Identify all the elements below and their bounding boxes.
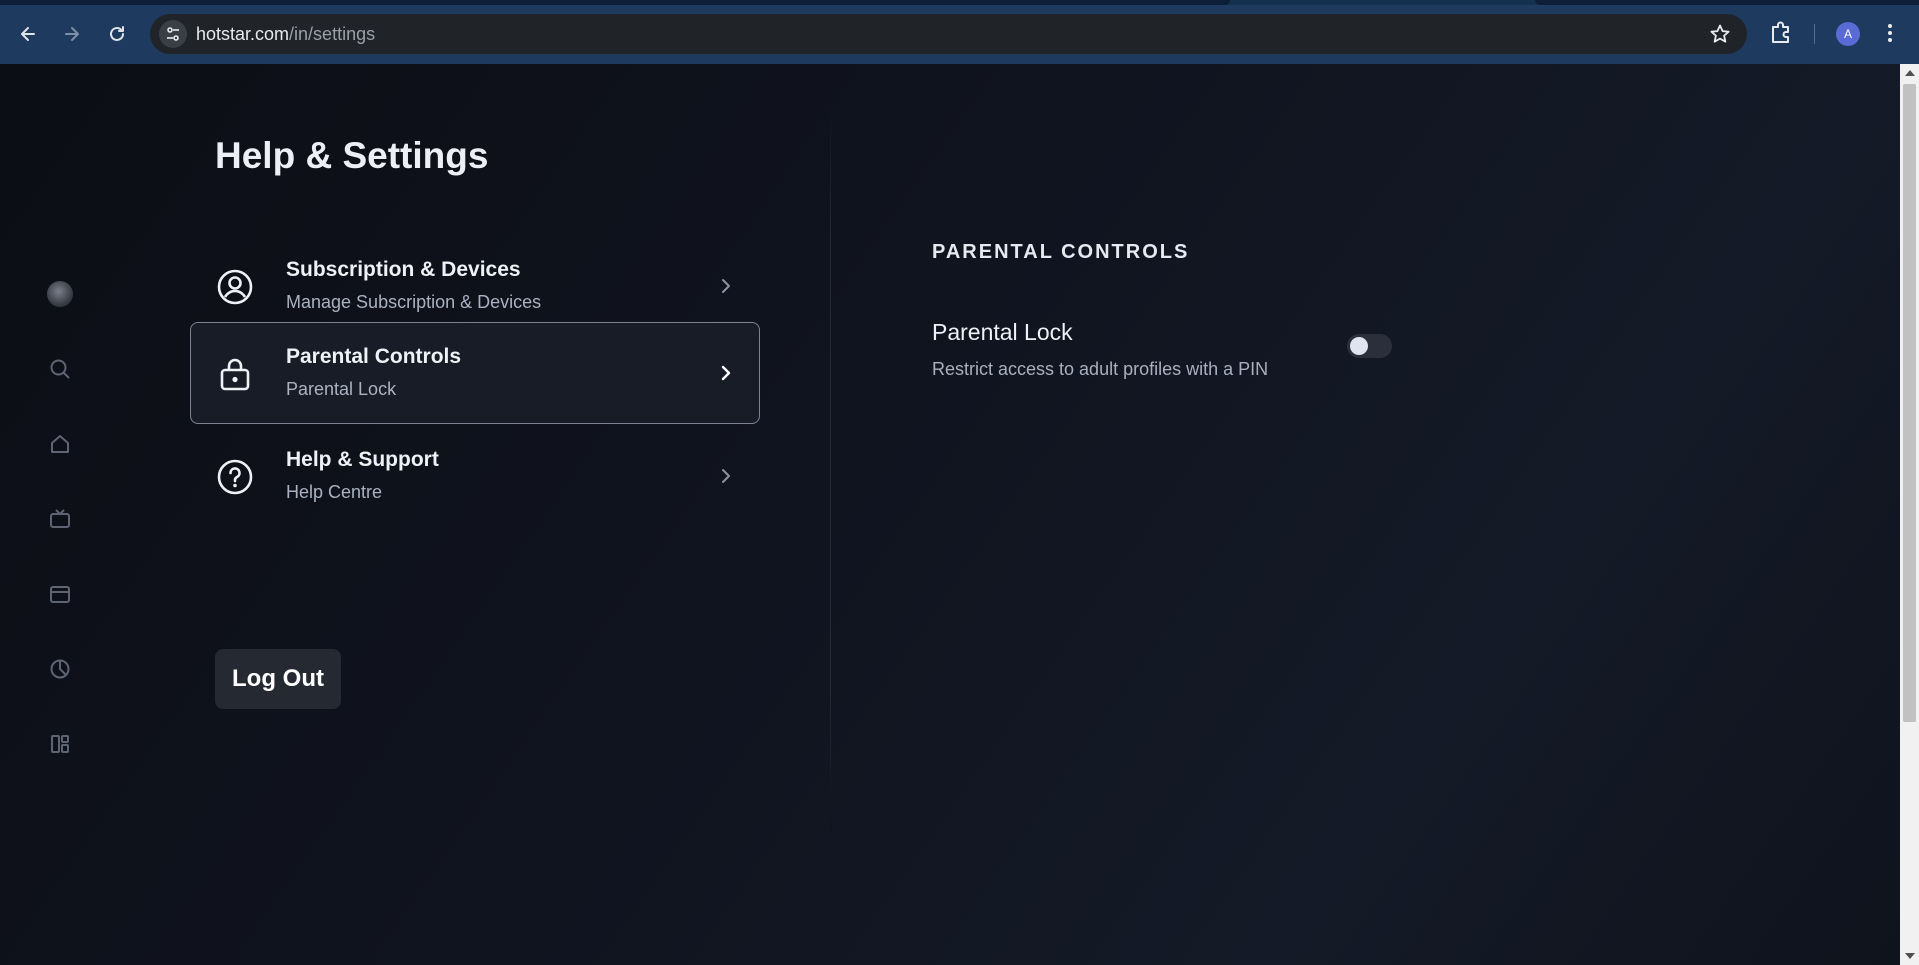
menu-item-help-support[interactable]: Help & Support Help Centre (190, 425, 760, 527)
scroll-up-arrow-icon[interactable] (1905, 70, 1915, 76)
tune-icon (167, 27, 179, 41)
tv-icon (50, 509, 70, 528)
nav-search[interactable] (40, 349, 80, 389)
profile-avatar (47, 281, 73, 307)
nav-profile[interactable] (40, 274, 80, 314)
url-host: hotstar.com (196, 24, 290, 44)
home-icon (51, 435, 69, 453)
url-path: /in/settings (289, 24, 376, 44)
menu-item-title: Parental Controls (286, 345, 462, 368)
forward-button[interactable] (57, 19, 87, 49)
puzzle-icon (1772, 21, 1789, 43)
settings-page: Help & Settings Subscription & Devices M… (0, 64, 1900, 965)
nav-sports[interactable] (40, 649, 80, 689)
menu-item-subtitle: Manage Subscription & Devices (286, 292, 542, 312)
categories-icon (51, 735, 69, 753)
profile-button[interactable]: A (1836, 22, 1860, 46)
parental-lock-description: Restrict access to adult profiles with a… (932, 359, 1269, 379)
scroll-thumb[interactable] (1903, 84, 1916, 722)
chevron-right-icon (721, 365, 731, 381)
lock-icon (220, 358, 250, 391)
menu-item-title: Help & Support (286, 448, 439, 471)
nav-categories[interactable] (40, 724, 80, 764)
nav-movies[interactable] (40, 574, 80, 614)
nav-home[interactable] (40, 424, 80, 464)
browser-menu-button[interactable] (1886, 22, 1894, 49)
url-text[interactable]: hotstar.com/in/settings (196, 24, 375, 45)
chevron-right-icon (722, 469, 730, 483)
page-scrollbar[interactable] (1900, 64, 1919, 965)
tab-strip (0, 0, 1919, 5)
page-title: Help & Settings (215, 135, 489, 176)
logout-button[interactable]: Log Out (215, 649, 341, 709)
address-bar[interactable]: hotstar.com/in/settings (150, 14, 1747, 54)
toggle-knob (1350, 337, 1368, 355)
panel-divider (830, 94, 831, 834)
menu-item-subtitle: Parental Lock (286, 379, 397, 399)
reload-button[interactable] (102, 19, 132, 49)
browser-toolbar: hotstar.com/in/settings A (0, 0, 1919, 64)
parental-lock-title: Parental Lock (932, 319, 1073, 345)
scroll-down-arrow-icon[interactable] (1905, 953, 1915, 959)
search-icon (50, 359, 70, 379)
sports-icon (50, 659, 70, 679)
folder-icon (50, 586, 70, 603)
chevron-right-icon (722, 279, 730, 293)
more-vert-icon (1888, 24, 1892, 42)
extensions-button[interactable] (1768, 19, 1794, 50)
section-title: PARENTAL CONTROLS (932, 241, 1190, 263)
site-info-button[interactable] (159, 20, 187, 48)
menu-item-parental-controls[interactable]: Parental Controls Parental Lock (190, 322, 760, 424)
arrow-left-icon (21, 27, 35, 41)
bookmark-button[interactable] (1709, 23, 1731, 50)
menu-item-subtitle: Help Centre (286, 482, 383, 502)
back-button[interactable] (13, 19, 43, 49)
user-circle-icon (217, 269, 253, 305)
reload-icon (110, 26, 124, 41)
nav-tv[interactable] (40, 499, 80, 539)
parental-lock-toggle[interactable] (1347, 334, 1392, 358)
arrow-right-icon (65, 27, 79, 41)
star-icon (1710, 24, 1730, 43)
help-circle-icon (217, 459, 253, 495)
menu-item-title: Subscription & Devices (286, 258, 521, 281)
toolbar-separator (1814, 24, 1815, 44)
